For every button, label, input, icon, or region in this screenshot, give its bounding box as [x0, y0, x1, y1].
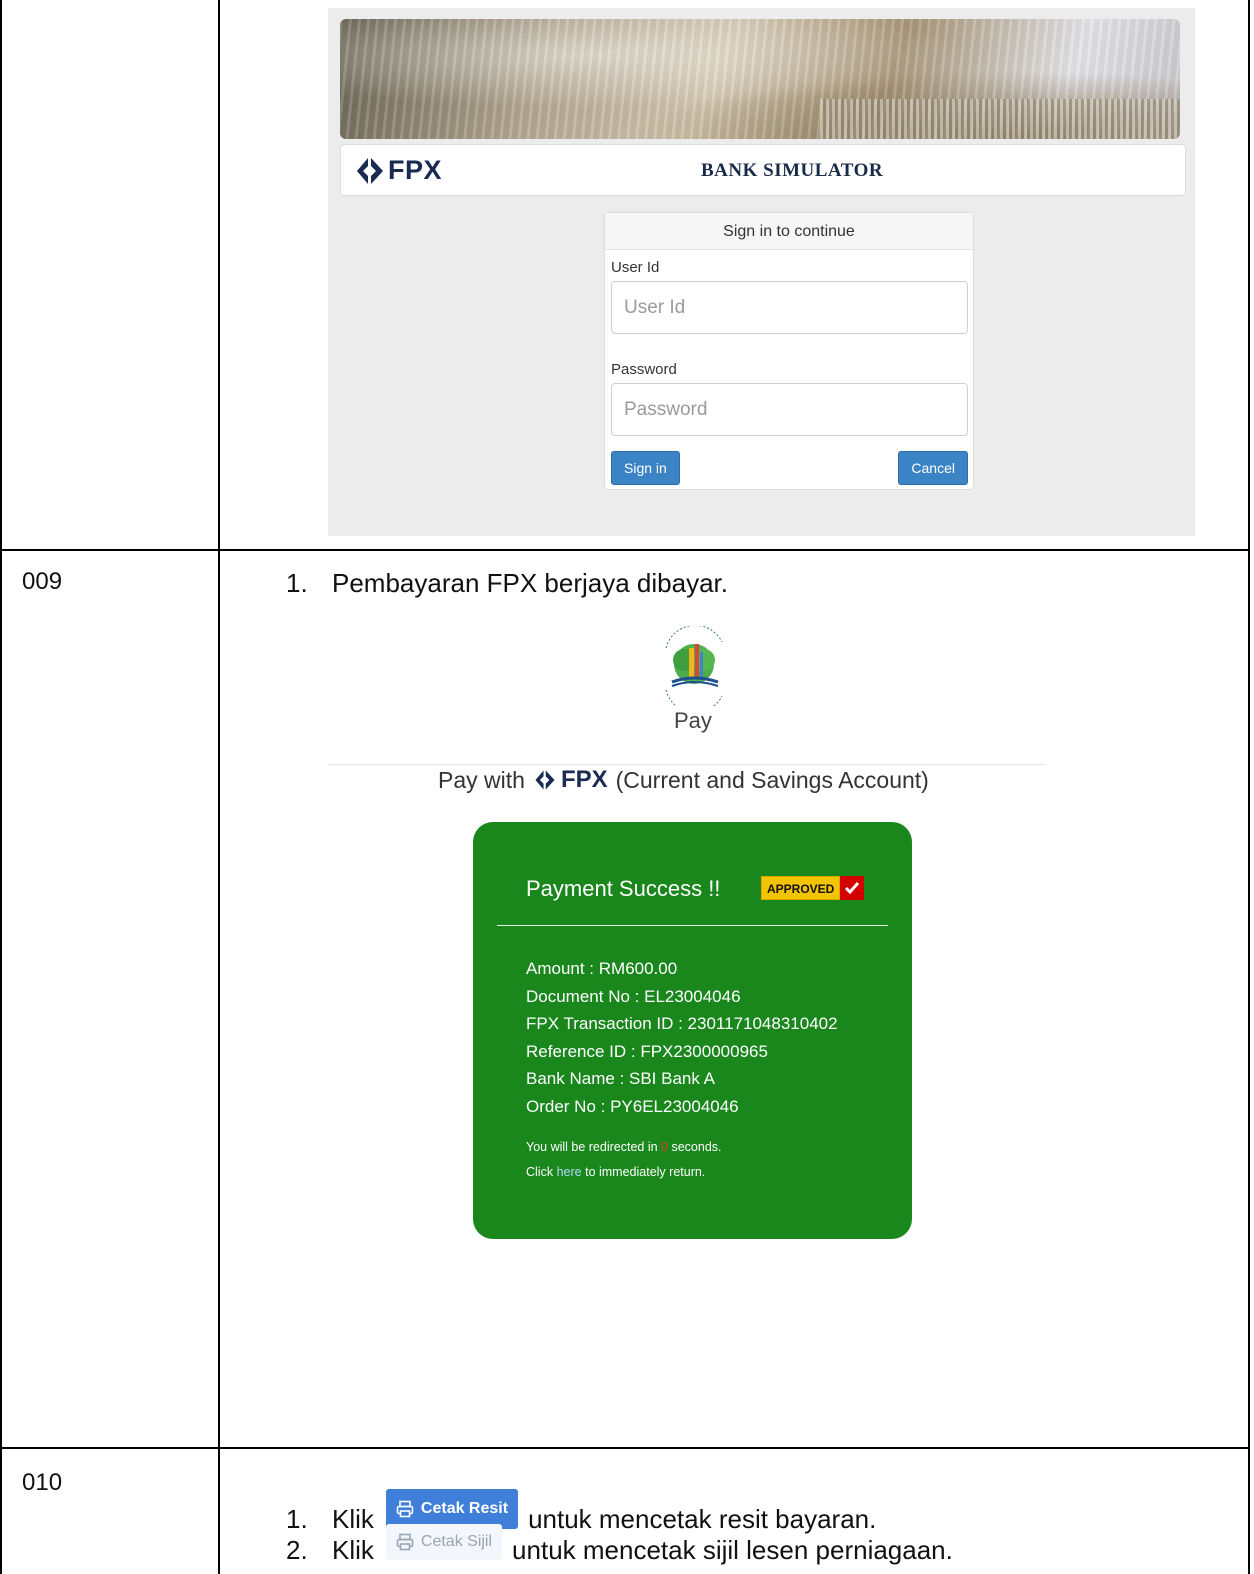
logo-caption: Pay [674, 708, 712, 733]
payment-success-card: Payment Success !! APPROVED Amount : RM6… [473, 822, 912, 1239]
step-number: 2. [286, 1534, 308, 1565]
approved-badge: APPROVED [761, 876, 865, 900]
cetak-sijil-label: Cetak Sijil [420, 1533, 493, 1550]
step-010-2: 2. Klik Cetak Sijil untuk mencetak sijil… [286, 1524, 953, 1570]
simulator-title: BANK SIMULATOR [701, 160, 884, 181]
login-panel: Sign in to continue User Id Password Sig… [604, 212, 974, 490]
checkmark-icon [840, 876, 865, 900]
table-left-border [0, 0, 2, 1574]
perbadanan-putrajaya-logo [665, 626, 723, 706]
step-number: 1. [286, 568, 308, 598]
redirect-suffix: seconds. [671, 1140, 722, 1154]
cancel-button[interactable]: Cancel [898, 451, 968, 485]
success-title: Payment Success !! [526, 876, 721, 901]
coins-banner-image [340, 19, 1180, 139]
fpx-chevron-icon [357, 157, 383, 184]
row-id-009: 009 [22, 568, 63, 595]
return-here-link[interactable]: here [557, 1165, 582, 1179]
table-column-divider [218, 0, 220, 1574]
redirect-notice: You will be redirected in 0 seconds. [526, 1140, 722, 1154]
document-no-text: Document No : EL23004046 [526, 987, 741, 1006]
step-text: Pembayaran FPX berjaya dibayar. [332, 568, 728, 598]
amount-text: Amount : RM600.00 [526, 959, 678, 978]
redirect-prefix: You will be redirected in [526, 1140, 658, 1154]
printer-icon [396, 1533, 414, 1551]
reference-id-text: Reference ID : FPX2300000965 [526, 1042, 768, 1061]
table-right-border [1248, 0, 1250, 1574]
fpx-logo: FPX [355, 155, 442, 186]
step-009-1: 1. Pembayaran FPX berjaya dibayar. [286, 568, 728, 599]
row-divider-bottom [0, 1447, 1250, 1449]
password-label: Password [611, 361, 677, 378]
row-divider-top [0, 549, 1250, 551]
redirect-countdown: 0 [661, 1140, 668, 1154]
login-panel-heading: Sign in to continue [605, 213, 973, 250]
click-suffix: to immediately return. [585, 1165, 706, 1179]
cetak-resit-label: Cetak Resit [420, 1500, 509, 1517]
password-input[interactable] [611, 383, 968, 436]
printer-icon [396, 1500, 414, 1518]
pay-with-fpx: FPX [560, 766, 608, 793]
step-prefix: Klik [332, 1534, 374, 1565]
simulator-header: FPX BANK SIMULATOR [340, 144, 1186, 196]
bank-name-text: Bank Name : SBI Bank A [526, 1069, 715, 1088]
success-divider [497, 925, 888, 926]
fpx-transaction-id-text: FPX Transaction ID : 2301171048310402 [526, 1014, 838, 1033]
approved-badge-label: APPROVED [761, 876, 841, 900]
row-id-010: 010 [22, 1469, 63, 1496]
cetak-sijil-button[interactable]: Cetak Sijil [385, 1524, 503, 1560]
cetak-resit-button[interactable]: Cetak Resit [385, 1489, 519, 1529]
pay-with-prefix: Pay with [438, 766, 525, 793]
fpx-chevron-icon [535, 770, 555, 790]
bank-simulator-screenshot: FPX BANK SIMULATOR Sign in to continue U… [328, 8, 1195, 536]
pay-with-heading: Pay with FPX (Current and Savings Accoun… [438, 764, 929, 796]
return-notice: Click here to immediately return. [526, 1165, 705, 1179]
order-no-text: Order No : PY6EL23004046 [526, 1097, 739, 1116]
fpx-logo-text: FPX [388, 155, 443, 185]
sign-in-button[interactable]: Sign in [611, 451, 680, 485]
step-suffix: untuk mencetak sijil lesen perniagaan. [512, 1534, 953, 1565]
user-id-input[interactable] [611, 281, 968, 334]
click-prefix: Click [526, 1165, 554, 1179]
pay-with-suffix: (Current and Savings Account) [615, 766, 929, 793]
user-id-label: User Id [611, 259, 660, 276]
